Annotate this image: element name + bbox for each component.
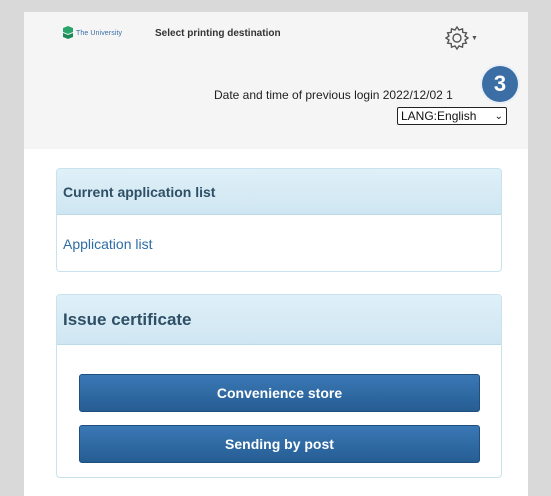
gear-icon <box>444 25 470 51</box>
previous-login-info: Date and time of previous login 2022/12/… <box>214 88 453 102</box>
issue-certificate-panel: Issue certificate Convenience store Send… <box>56 294 502 478</box>
convenience-store-button[interactable]: Convenience store <box>79 374 480 412</box>
page: The University Select printing destinati… <box>24 12 528 496</box>
page-title: Select printing destination <box>155 28 281 39</box>
current-application-panel-title: Current application list <box>57 169 501 215</box>
application-list-link[interactable]: Application list <box>63 236 153 252</box>
sending-by-post-button[interactable]: Sending by post <box>79 425 480 463</box>
logo-icon <box>63 26 73 39</box>
language-select-value: LANG:English <box>401 109 477 123</box>
chevron-down-icon: ▼ <box>471 34 478 42</box>
university-logo[interactable]: The University <box>62 26 122 40</box>
issue-certificate-panel-title: Issue certificate <box>57 295 501 345</box>
settings-menu[interactable]: ▼ <box>444 24 484 52</box>
language-select[interactable]: LANG:English ⌄ <box>397 107 507 125</box>
current-application-panel: Current application list Application lis… <box>56 168 502 272</box>
logo-text: The University <box>76 29 123 37</box>
header: The University Select printing destinati… <box>24 12 528 149</box>
chevron-down-icon: ⌄ <box>494 110 503 122</box>
step-badge: 3 <box>482 66 518 102</box>
